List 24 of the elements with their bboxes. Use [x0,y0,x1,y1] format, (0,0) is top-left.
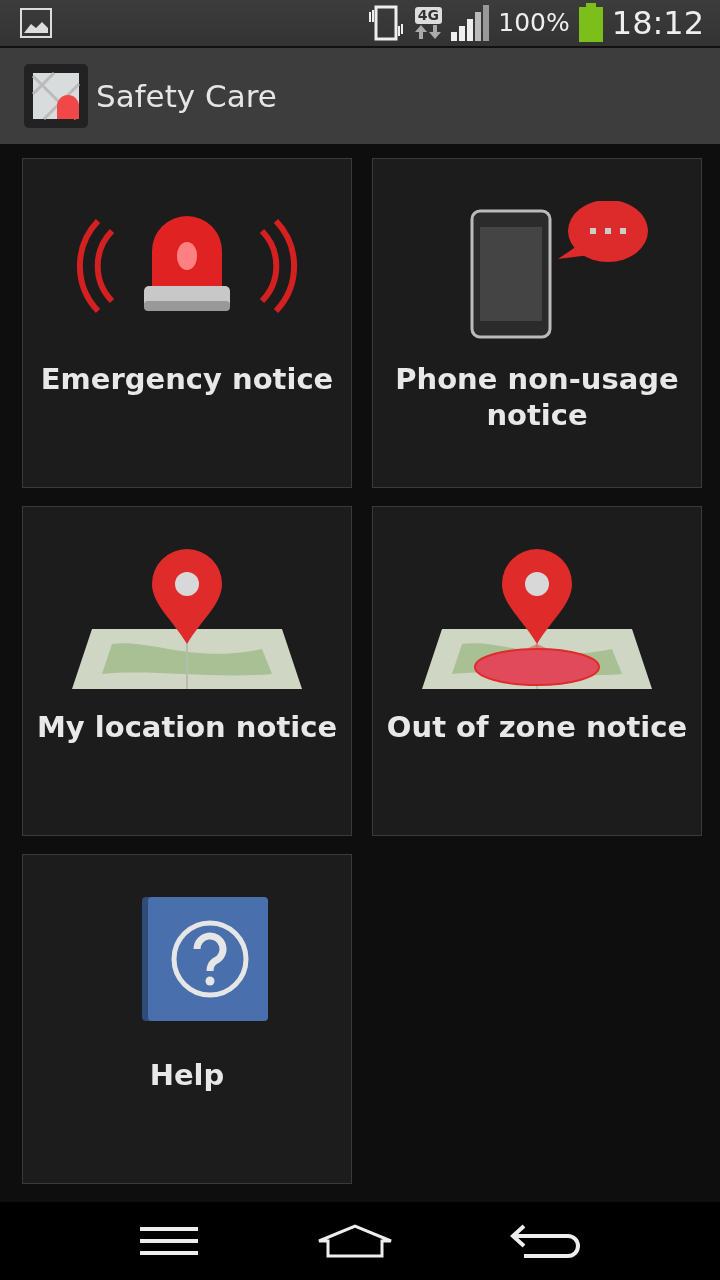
location-map-icon [72,549,302,689]
signal-icon [450,4,491,42]
clock: 18:12 [611,3,704,44]
tile-label: My location notice [35,709,339,745]
gallery-icon [20,8,52,38]
zone-map-icon [422,549,652,689]
app-logo-icon [24,64,88,128]
menu-tile[interactable]: Emergency notice [22,158,352,488]
data-arrows-icon [414,23,443,40]
tile-label: Help [148,1057,226,1093]
network-type: 4G [414,6,442,24]
tile-label: Out of zone notice [385,709,689,745]
menu-tile[interactable]: My location notice [22,506,352,836]
menu-tile[interactable]: Out of zone notice [372,506,702,836]
battery-icon [577,3,604,43]
menu-tile[interactable]: Phone non-usage notice [372,158,702,488]
battery-percent: 100% [498,7,570,40]
tile-label: Emergency notice [39,361,335,397]
home-icon[interactable] [316,1223,394,1259]
app-title: Safety Care [96,76,277,116]
menu-icon[interactable] [138,1225,200,1257]
tile-label: Phone non-usage notice [394,361,680,433]
menu-tile[interactable]: Help [22,854,352,1184]
back-icon[interactable] [510,1222,582,1260]
